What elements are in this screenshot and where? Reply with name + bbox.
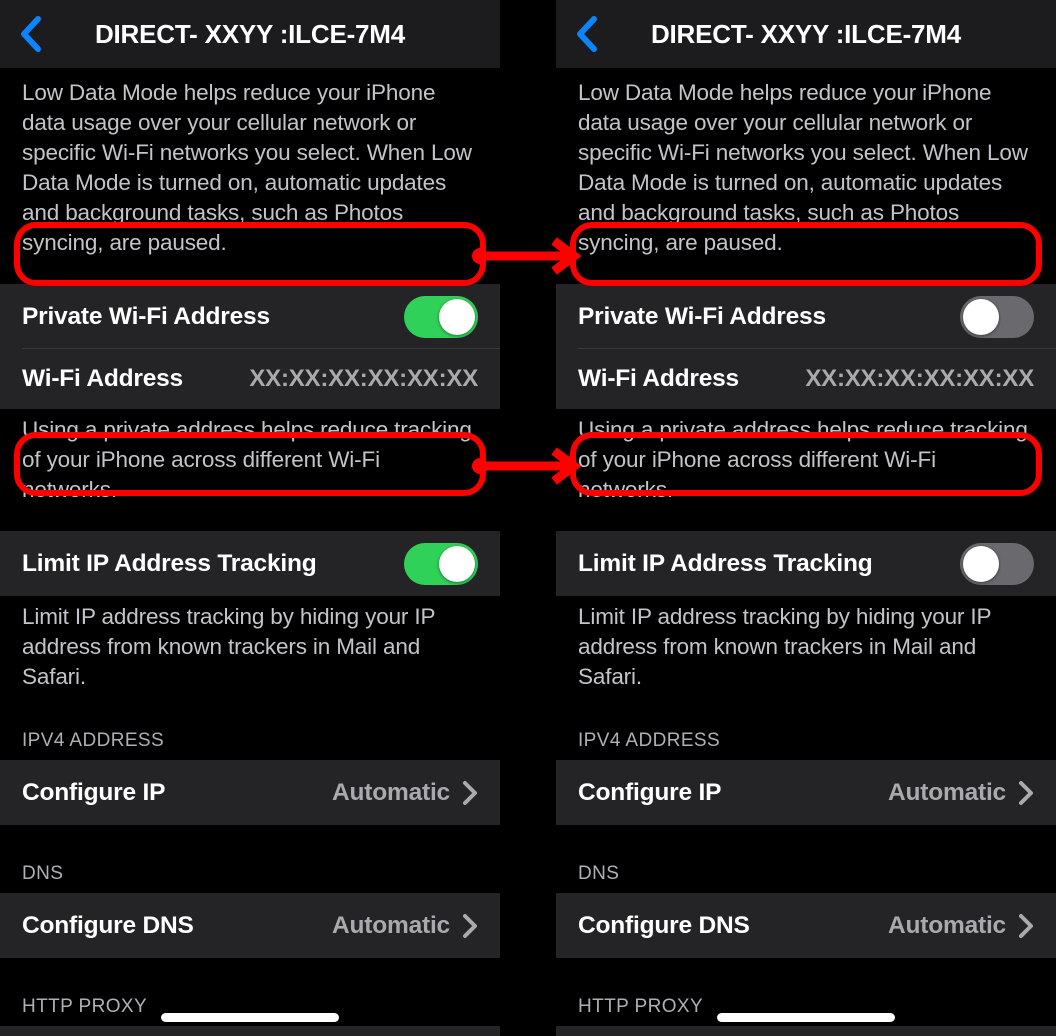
dns-group-after: Configure DNS Automatic (556, 893, 1056, 958)
limit-ip-tracking-label: Limit IP Address Tracking (22, 549, 317, 577)
phone-screen-before: DIRECT- XXYY :ILCE-7M4 Low Data Mode hel… (0, 0, 500, 1036)
private-wifi-address-label: Private Wi-Fi Address (22, 302, 270, 330)
configure-dns-label: Configure DNS (22, 911, 194, 939)
wifi-address-label: Wi-Fi Address (22, 365, 183, 392)
configure-dns-row[interactable]: Configure DNS Automatic (556, 893, 1056, 958)
chevron-right-icon (462, 780, 478, 806)
private-wifi-footnote: Using a private address helps reduce tra… (578, 417, 1028, 502)
back-chevron-icon[interactable] (570, 14, 604, 54)
low-data-mode-footnote: Low Data Mode helps reduce your iPhone d… (578, 80, 1028, 255)
private-wifi-address-toggle[interactable] (960, 295, 1034, 338)
configure-ip-value: Automatic (332, 778, 450, 806)
configure-ip-label: Configure IP (22, 778, 166, 806)
chevron-right-icon (1018, 780, 1034, 806)
configure-ip-label: Configure IP (578, 778, 722, 806)
configure-proxy-row[interactable]: Configure Proxy Off (556, 1026, 1056, 1036)
back-chevron-icon[interactable] (14, 14, 48, 54)
configure-dns-value: Automatic (332, 911, 450, 939)
configure-proxy-row[interactable]: Configure Proxy Off (0, 1026, 500, 1036)
dns-section-header: DNS (578, 863, 620, 884)
configure-dns-row[interactable]: Configure DNS Automatic (0, 893, 500, 958)
phone-screen-after: DIRECT- XXYY :ILCE-7M4 Low Data Mode hel… (556, 0, 1056, 1036)
toggle-knob (439, 545, 475, 582)
private-wifi-address-label: Private Wi-Fi Address (578, 302, 826, 330)
toggle-knob (963, 298, 999, 335)
dns-group-before: Configure DNS Automatic (0, 893, 500, 958)
limit-ip-footnote: Limit IP address tracking by hiding your… (22, 604, 435, 689)
limit-ip-group-after: Limit IP Address Tracking (556, 531, 1056, 596)
limit-ip-tracking-row[interactable]: Limit IP Address Tracking (556, 531, 1056, 596)
toggle-knob (963, 545, 999, 582)
low-data-mode-footnote: Low Data Mode helps reduce your iPhone d… (22, 80, 472, 255)
proxy-group-after: Configure Proxy Off (556, 1026, 1056, 1036)
configure-ip-value: Automatic (888, 778, 1006, 806)
chevron-right-icon (462, 913, 478, 939)
chevron-right-icon (1018, 913, 1034, 939)
private-wifi-address-row[interactable]: Private Wi-Fi Address (556, 284, 1056, 349)
limit-ip-tracking-label: Limit IP Address Tracking (578, 549, 873, 577)
private-wifi-group-before: Private Wi-Fi Address Wi-Fi Address XX:X… (0, 284, 500, 409)
limit-ip-group-before: Limit IP Address Tracking (0, 531, 500, 596)
private-wifi-address-row[interactable]: Private Wi-Fi Address (0, 284, 500, 349)
ipv4-section-header: IPV4 ADDRESS (578, 730, 721, 751)
page-title: DIRECT- XXYY :ILCE-7M4 (94, 18, 406, 49)
configure-dns-label: Configure DNS (578, 911, 750, 939)
wifi-address-value: XX:XX:XX:XX:XX:XX (249, 365, 478, 392)
configure-ip-row[interactable]: Configure IP Automatic (0, 760, 500, 825)
ipv4-group-before: Configure IP Automatic (0, 760, 500, 825)
home-indicator[interactable] (717, 1013, 895, 1022)
proxy-group-before: Configure Proxy Off (0, 1026, 500, 1036)
dns-section-header: DNS (22, 863, 64, 884)
page-title: DIRECT- XXYY :ILCE-7M4 (650, 18, 962, 49)
limit-ip-tracking-toggle[interactable] (960, 542, 1034, 585)
private-wifi-group-after: Private Wi-Fi Address Wi-Fi Address XX:X… (556, 284, 1056, 409)
limit-ip-footnote: Limit IP address tracking by hiding your… (578, 604, 991, 689)
wifi-address-row: Wi-Fi Address XX:XX:XX:XX:XX:XX (556, 349, 1056, 409)
private-wifi-footnote: Using a private address helps reduce tra… (22, 417, 472, 502)
configure-dns-value: Automatic (888, 911, 1006, 939)
navigation-bar-after: DIRECT- XXYY :ILCE-7M4 (556, 0, 1056, 68)
limit-ip-tracking-row[interactable]: Limit IP Address Tracking (0, 531, 500, 596)
configure-ip-row[interactable]: Configure IP Automatic (556, 760, 1056, 825)
wifi-address-label: Wi-Fi Address (578, 365, 739, 392)
wifi-address-row: Wi-Fi Address XX:XX:XX:XX:XX:XX (0, 349, 500, 409)
navigation-bar-before: DIRECT- XXYY :ILCE-7M4 (0, 0, 500, 68)
ipv4-section-header: IPV4 ADDRESS (22, 730, 165, 751)
private-wifi-address-toggle[interactable] (404, 295, 478, 338)
ipv4-group-after: Configure IP Automatic (556, 760, 1056, 825)
limit-ip-tracking-toggle[interactable] (404, 542, 478, 585)
wifi-address-value: XX:XX:XX:XX:XX:XX (805, 365, 1034, 392)
toggle-knob (439, 298, 475, 335)
home-indicator[interactable] (161, 1013, 339, 1022)
